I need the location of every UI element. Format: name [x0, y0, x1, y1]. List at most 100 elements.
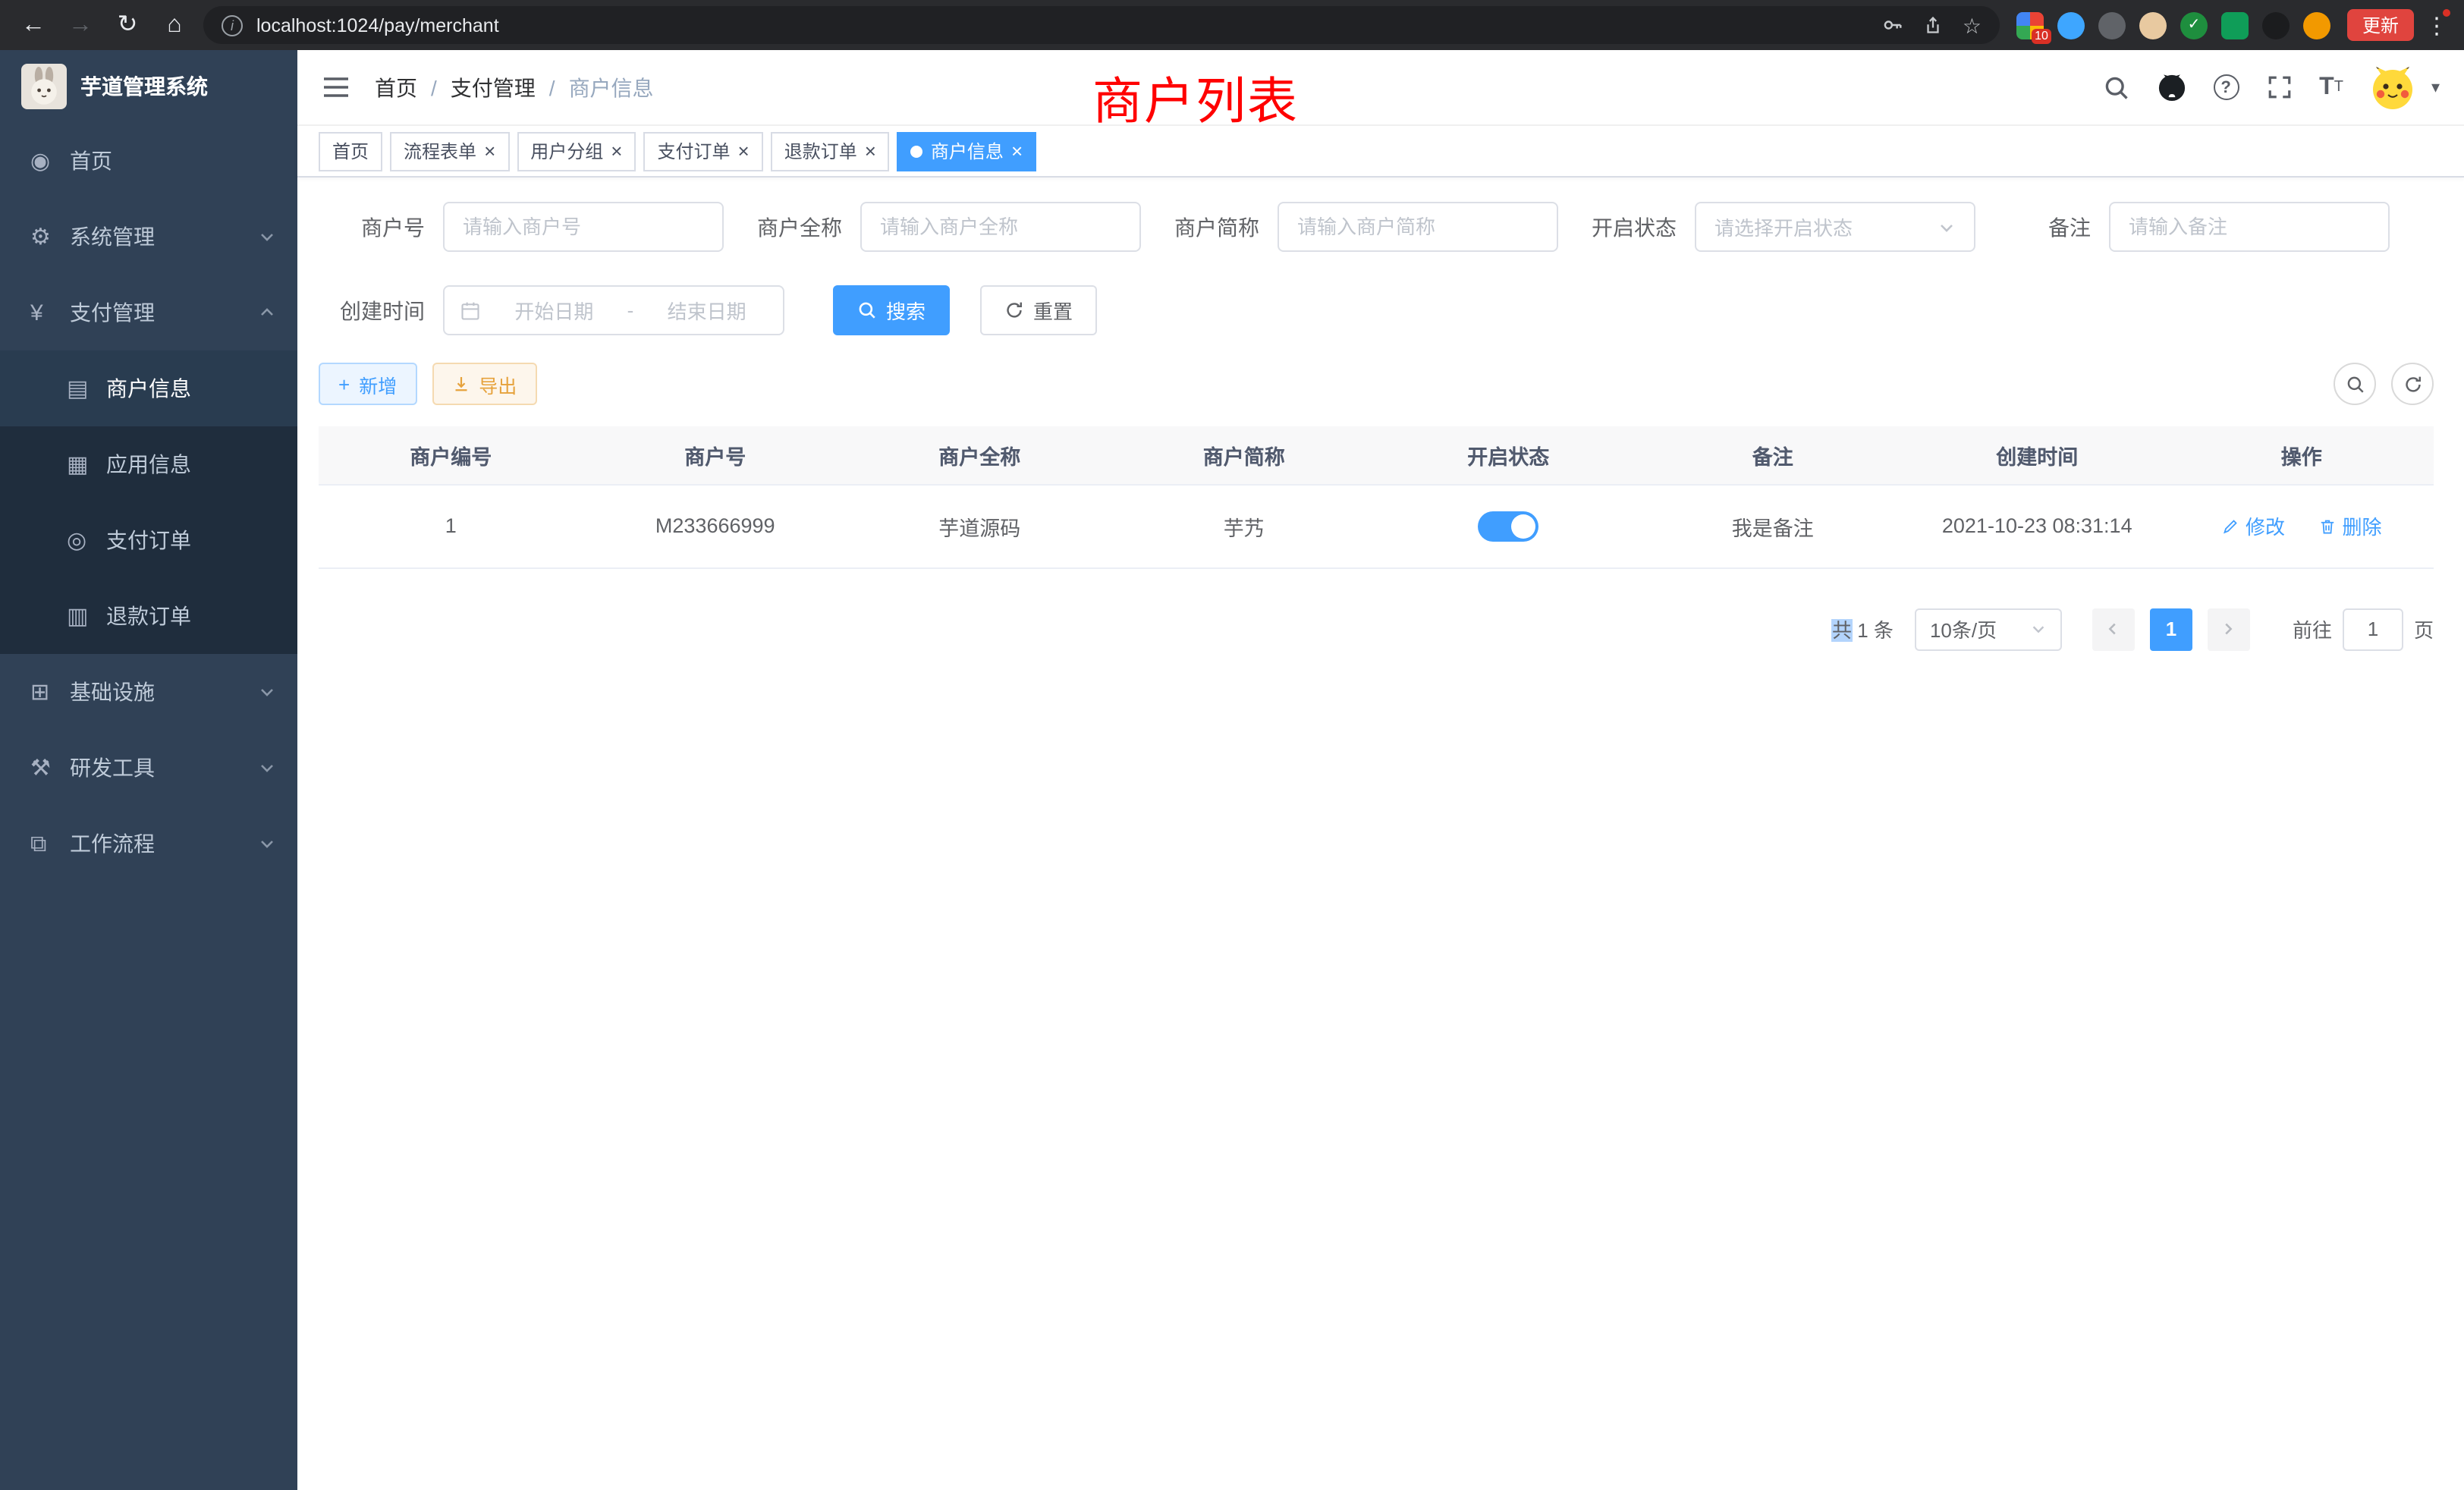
page-1-button[interactable]: 1 [2150, 608, 2192, 650]
breadcrumb-payment[interactable]: 支付管理 [451, 72, 536, 102]
logo-avatar [21, 64, 67, 109]
yen-icon: ¥ [30, 300, 70, 325]
merchant-card-icon: ▤ [67, 375, 106, 402]
end-date-placeholder: 结束日期 [646, 296, 768, 325]
sidebar-item-home[interactable]: ◉ 首页 [0, 123, 297, 199]
fullscreen-icon[interactable] [2266, 74, 2292, 100]
filter-form-row-1: 商户号 商户全称 商户简称 开启状态 请选择开启状态 [319, 202, 2434, 252]
extension-icon-avatar[interactable] [2139, 11, 2167, 39]
help-icon[interactable]: ? [2213, 74, 2239, 100]
sidebar-item-label: 首页 [70, 146, 276, 176]
tab-refund-order[interactable]: 退款订单 × [771, 131, 890, 171]
close-icon[interactable]: × [865, 141, 876, 161]
tab-label: 首页 [332, 138, 369, 164]
sidebar-item-label: 应用信息 [106, 449, 276, 479]
sidebar-item-app-info[interactable]: ▦ 应用信息 [0, 426, 297, 502]
extension-icon-orange[interactable] [2303, 11, 2330, 39]
font-size-icon[interactable]: TT [2319, 75, 2343, 99]
status-toggle[interactable] [1478, 511, 1538, 541]
github-icon[interactable] [2157, 73, 2186, 102]
short-name-input[interactable] [1278, 202, 1558, 252]
next-page-button[interactable] [2208, 608, 2250, 650]
password-key-icon[interactable] [1882, 14, 1905, 36]
table-row: 1 M233666999 芋道源码 芋艿 我是备注 2021-10-23 08:… [319, 484, 2434, 567]
plus-icon: + [338, 374, 350, 394]
search-icon[interactable] [2102, 74, 2129, 101]
sidebar-item-pay-order[interactable]: ◎ 支付订单 [0, 502, 297, 578]
sidebar-item-merchant-info[interactable]: ▤ 商户信息 [0, 350, 297, 426]
filter-label-create-time: 创建时间 [319, 295, 425, 325]
extension-icon-gray[interactable] [2098, 11, 2126, 39]
share-icon[interactable] [1923, 14, 1944, 36]
app-logo[interactable]: 芋道管理系统 [0, 50, 297, 123]
full-name-input[interactable] [860, 202, 1141, 252]
annotation-text: 商户列表 [1092, 61, 1299, 134]
browser-reload-icon[interactable]: ↻ [109, 13, 146, 37]
sidebar-item-refund-order[interactable]: ▥ 退款订单 [0, 578, 297, 654]
sidebar-item-label: 工作流程 [70, 828, 258, 859]
create-time-range-picker[interactable]: 开始日期 - 结束日期 [443, 285, 784, 335]
tab-process-form[interactable]: 流程表单× [390, 131, 509, 171]
sidebar-collapse-icon[interactable] [322, 74, 350, 100]
update-button[interactable]: 更新 [2347, 9, 2414, 41]
extension-icon-green-note[interactable] [2221, 11, 2249, 39]
extension-icon-colorful[interactable]: 10 [2016, 11, 2044, 39]
sidebar-item-label: 系统管理 [70, 222, 258, 252]
calendar-icon [460, 300, 481, 321]
browser-home-icon[interactable]: ⌂ [156, 13, 193, 37]
search-button-label: 搜索 [886, 296, 926, 325]
sidebar-item-system-management[interactable]: ⚙ 系统管理 [0, 199, 297, 275]
prev-page-button[interactable] [2092, 608, 2135, 650]
sidebar-item-dev-tools[interactable]: ⚒ 研发工具 [0, 730, 297, 806]
tools-icon: ⚒ [30, 754, 70, 781]
tab-pay-order[interactable]: 支付订单× [643, 131, 762, 171]
edit-button[interactable]: 修改 [2221, 511, 2285, 540]
refresh-button[interactable] [2391, 363, 2434, 405]
search-button[interactable]: 搜索 [833, 285, 950, 335]
status-select[interactable]: 请选择开启状态 [1695, 202, 1975, 252]
chevron-up-icon [258, 303, 276, 322]
page-size-select[interactable]: 10条/页 [1915, 608, 2062, 650]
extension-icon-dark[interactable] [2262, 11, 2290, 39]
site-info-icon[interactable]: i [222, 14, 243, 36]
close-icon[interactable]: × [611, 141, 622, 161]
browser-back-icon[interactable]: ← [15, 13, 52, 37]
close-icon[interactable]: × [738, 141, 750, 161]
breadcrumb-home[interactable]: 首页 [375, 72, 417, 102]
chevron-down-icon [258, 759, 276, 777]
chevron-down-icon [258, 228, 276, 246]
tab-merchant-info[interactable]: 商户信息× [897, 131, 1036, 171]
tabs-bar: 首页 流程表单× 用户分组× 支付订单× 退款订单 × 商户信息× [297, 126, 2464, 178]
goto-page-input[interactable] [2343, 608, 2403, 650]
reset-button[interactable]: 重置 [980, 285, 1097, 335]
remark-input[interactable] [2109, 202, 2390, 252]
close-icon[interactable]: × [484, 141, 495, 161]
merchant-no-input[interactable] [443, 202, 724, 252]
tab-home[interactable]: 首页 [319, 131, 382, 171]
close-icon[interactable]: × [1011, 141, 1023, 161]
address-bar[interactable]: i localhost:1024/pay/merchant ☆ [203, 6, 2000, 44]
user-avatar[interactable] [2371, 64, 2416, 110]
browser-forward-icon[interactable]: → [62, 13, 99, 37]
caret-down-icon[interactable]: ▾ [2431, 77, 2440, 97]
sidebar: 芋道管理系统 ◉ 首页 ⚙ 系统管理 ¥ 支付管理 [0, 50, 297, 1490]
add-button[interactable]: + 新增 [319, 363, 416, 405]
browser-menu-icon[interactable]: ⋮ [2425, 11, 2449, 39]
extension-icon-green-check[interactable]: ✓ [2180, 11, 2208, 39]
payment-submenu: ▤ 商户信息 ▦ 应用信息 ◎ 支付订单 ▥ 退款订单 [0, 350, 297, 654]
sidebar-item-workflow[interactable]: ⧉ 工作流程 [0, 806, 297, 882]
breadcrumb-separator: / [549, 75, 555, 99]
toggle-search-button[interactable] [2334, 363, 2376, 405]
sidebar-item-payment-management[interactable]: ¥ 支付管理 [0, 275, 297, 350]
bookmark-star-icon[interactable]: ☆ [1963, 14, 1982, 36]
tab-label: 退款订单 [784, 138, 857, 164]
delete-button[interactable]: 删除 [2318, 511, 2382, 540]
cell-short-name: 芋艿 [1112, 484, 1377, 567]
tab-user-group[interactable]: 用户分组× [517, 131, 636, 171]
col-full-name: 商户全称 [847, 426, 1112, 484]
export-button[interactable]: 导出 [432, 363, 536, 405]
extension-icon-blue[interactable] [2057, 11, 2085, 39]
chevron-down-icon [1938, 218, 1956, 236]
grid-icon: ▦ [67, 451, 106, 478]
sidebar-item-infrastructure[interactable]: ⊞ 基础设施 [0, 654, 297, 730]
